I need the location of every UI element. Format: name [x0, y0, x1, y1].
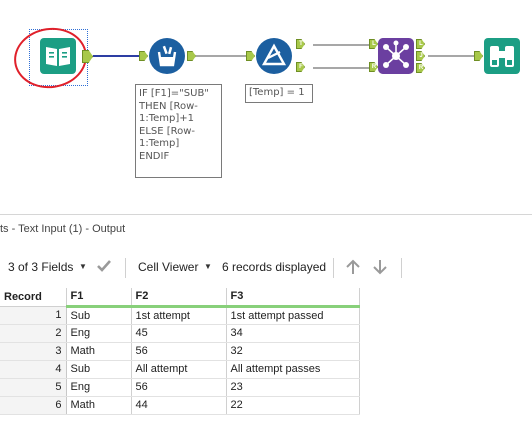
binoculars-browse-icon	[484, 38, 520, 74]
table-cell[interactable]: 32	[226, 342, 360, 361]
anchor-label: L	[419, 41, 423, 47]
table-cell[interactable]: All attempt passes	[226, 360, 360, 379]
filter-icon	[256, 38, 292, 74]
table-row[interactable]: 5 Eng 56 23	[0, 378, 360, 397]
results-title: ts - Text Input (1) - Output	[0, 223, 126, 235]
multi-row-formula-annotation: IF [F1]="SUB" THEN [Row- 1:Temp]+1 ELSE …	[135, 84, 222, 178]
record-number: 3	[0, 342, 67, 361]
checkmark-icon[interactable]	[95, 257, 113, 280]
input-anchor[interactable]	[246, 51, 255, 61]
column-header[interactable]: F2	[131, 288, 227, 308]
workflow-canvas[interactable]: T F L R L J R IF [F1]="SUB" THEN [Row- 1…	[0, 0, 532, 205]
fields-selector[interactable]: 3 of 3 Fields	[8, 260, 73, 274]
text-input-book-icon	[40, 38, 76, 74]
column-header[interactable]: F1	[66, 288, 132, 308]
table-cell[interactable]: Eng	[66, 378, 132, 397]
record-number: 2	[0, 324, 67, 343]
table-cell[interactable]: 56	[131, 342, 227, 361]
table-row[interactable]: 3 Math 56 32	[0, 342, 360, 361]
chevron-down-icon[interactable]: ▼	[204, 262, 212, 271]
record-number: 1	[0, 306, 67, 325]
records-count: 6 records displayed	[222, 260, 327, 274]
connection-wire	[428, 55, 474, 57]
table-header-row: Record F1 F2 F3	[0, 288, 360, 308]
table-cell[interactable]: Eng	[66, 324, 132, 343]
anchor-label: T	[299, 41, 303, 47]
table-cell[interactable]: 56	[131, 378, 227, 397]
results-table: Record F1 F2 F3 1 Sub 1st attempt 1st at…	[0, 288, 360, 415]
arrow-up-icon[interactable]	[345, 258, 361, 281]
filter-annotation: [Temp] = 1	[245, 84, 313, 103]
table-row[interactable]: 1 Sub 1st attempt 1st attempt passed	[0, 306, 360, 325]
right-output-anchor[interactable]: R	[416, 63, 425, 73]
table-row[interactable]: 6 Math 44 22	[0, 396, 360, 415]
table-cell[interactable]: 44	[131, 396, 227, 415]
join-tool[interactable]	[378, 38, 414, 74]
record-number: 6	[0, 396, 67, 415]
table-cell[interactable]: 23	[226, 378, 360, 397]
column-header[interactable]: Record	[0, 288, 67, 307]
table-cell[interactable]: 45	[131, 324, 227, 343]
record-number: 4	[0, 360, 67, 379]
cell-viewer-selector[interactable]: Cell Viewer	[138, 260, 198, 274]
input-anchor[interactable]	[139, 51, 148, 61]
chevron-down-icon[interactable]: ▼	[79, 262, 87, 271]
table-cell[interactable]: Sub	[66, 306, 132, 325]
anchor-label: J	[419, 53, 423, 59]
results-panel-header: ts - Text Input (1) - Output	[0, 214, 532, 243]
true-output-anchor[interactable]: T	[296, 39, 305, 49]
connection-wire	[313, 44, 369, 46]
browse-tool[interactable]	[484, 38, 520, 74]
table-cell[interactable]: Sub	[66, 360, 132, 379]
anchor-label: F	[299, 64, 303, 70]
table-row[interactable]: 4 Sub All attempt All attempt passes	[0, 360, 360, 379]
column-header[interactable]: F3	[226, 288, 360, 308]
anchor-label: L	[372, 41, 376, 47]
record-number: 5	[0, 378, 67, 397]
input-anchor[interactable]	[474, 51, 483, 61]
table-row[interactable]: 2 Eng 45 34	[0, 324, 360, 343]
anchor-label: R	[418, 65, 424, 71]
table-cell[interactable]: Math	[66, 342, 132, 361]
multi-row-formula-icon	[149, 38, 185, 74]
right-input-anchor[interactable]: R	[369, 62, 378, 72]
multi-row-formula-tool[interactable]	[149, 38, 185, 74]
false-output-anchor[interactable]: F	[296, 62, 305, 72]
table-cell[interactable]: 1st attempt passed	[226, 306, 360, 325]
text-input-tool[interactable]	[40, 38, 76, 74]
toolbar-divider	[401, 258, 402, 278]
connection-wire	[196, 55, 246, 57]
left-output-anchor[interactable]: L	[416, 39, 425, 49]
results-toolbar: 3 of 3 Fields ▼ Cell Viewer ▼ 6 records …	[0, 252, 532, 282]
filter-tool[interactable]	[256, 38, 292, 74]
table-cell[interactable]: 1st attempt	[131, 306, 227, 325]
output-anchor[interactable]	[82, 50, 93, 63]
connection-wire	[93, 55, 139, 57]
toolbar-divider	[125, 258, 126, 278]
output-anchor[interactable]	[187, 51, 196, 61]
table-cell[interactable]: Math	[66, 396, 132, 415]
connection-wire	[313, 67, 369, 69]
join-output-anchor[interactable]: J	[416, 51, 425, 61]
anchor-label: R	[371, 64, 377, 70]
left-input-anchor[interactable]: L	[369, 39, 378, 49]
table-cell[interactable]: All attempt	[131, 360, 227, 379]
toolbar-divider	[333, 258, 334, 278]
table-cell[interactable]: 22	[226, 396, 360, 415]
table-cell[interactable]: 34	[226, 324, 360, 343]
join-icon	[378, 38, 414, 74]
arrow-down-icon[interactable]	[372, 258, 388, 281]
